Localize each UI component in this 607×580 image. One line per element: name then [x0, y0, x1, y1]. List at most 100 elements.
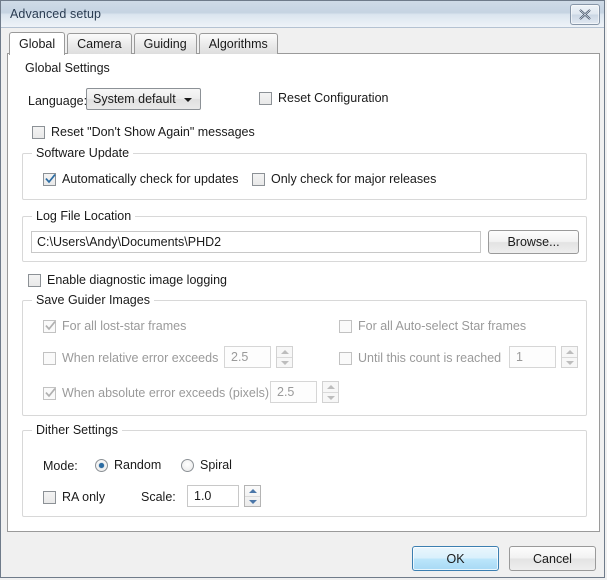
dither-scale-input[interactable]: 1.0: [187, 485, 239, 507]
dither-scale-stepper[interactable]: [244, 485, 261, 507]
major-releases-only-checkbox-box: [252, 172, 265, 186]
check-icon: [45, 320, 56, 330]
language-dropdown-value: System default: [93, 92, 176, 106]
reset-dont-show-again-checkbox[interactable]: Reset "Don't Show Again" messages: [32, 124, 255, 140]
ok-button[interactable]: OK: [412, 546, 499, 571]
tab-camera[interactable]: Camera: [67, 33, 132, 54]
relative-error-input: 2.5: [224, 346, 271, 368]
lost-star-frames-checkbox: For all lost-star frames: [43, 318, 186, 334]
ok-button-label: OK: [446, 551, 465, 566]
dither-mode-random-radio-circle: [95, 458, 108, 472]
until-count-checkbox-box: [339, 351, 352, 365]
reset-dont-show-again-checkbox-box: [32, 125, 45, 139]
dither-mode-spiral-radio-circle: [181, 458, 194, 472]
group-save-guider-images-legend: Save Guider Images: [32, 293, 154, 307]
absolute-error-stepper-up: [323, 382, 338, 392]
ra-only-label: RA only: [62, 490, 106, 504]
caret-up-icon: [326, 385, 335, 389]
title-bar: Advanced setup: [1, 1, 604, 28]
dither-mode-random-label: Random: [114, 458, 162, 472]
absolute-error-value: 2.5: [277, 385, 295, 399]
auto-check-updates-checkbox[interactable]: Automatically check for updates: [43, 171, 238, 187]
group-log-file-location-legend: Log File Location: [32, 209, 136, 223]
group-global-settings: Global Settings Language: System default…: [22, 61, 587, 144]
tab-algorithms[interactable]: Algorithms: [198, 33, 278, 54]
group-save-guider-images: Save Guider Images For all lost-star fra…: [22, 293, 587, 416]
caret-down-icon: [280, 361, 289, 365]
group-global-settings-legend: Global Settings: [25, 61, 110, 75]
chevron-down-icon: [184, 98, 192, 102]
language-dropdown[interactable]: System default: [86, 88, 201, 110]
auto-select-star-frames-checkbox: For all Auto-select Star frames: [339, 318, 526, 334]
auto-check-updates-label: Automatically check for updates: [62, 172, 239, 186]
caret-down-icon: [565, 361, 574, 365]
advanced-setup-dialog: Advanced setup Global Camera Guiding Alg…: [0, 0, 605, 578]
absolute-error-checkbox: When absolute error exceeds (pixels): [43, 385, 269, 401]
tab-global[interactable]: Global: [9, 32, 66, 55]
diagnostic-image-logging-label: Enable diagnostic image logging: [47, 273, 227, 287]
dither-mode-random-radio[interactable]: Random: [95, 457, 161, 473]
until-count-stepper-up: [562, 347, 577, 357]
radio-dot-icon: [99, 462, 104, 468]
relative-error-stepper-up: [277, 347, 292, 357]
auto-select-star-frames-checkbox-box: [339, 319, 352, 333]
until-count-label: Until this count is reached: [358, 351, 502, 365]
absolute-error-checkbox-box: [43, 386, 56, 400]
until-count-stepper-down: [562, 357, 577, 368]
dither-scale-stepper-up[interactable]: [245, 486, 260, 496]
caret-up-icon: [248, 489, 257, 493]
ra-only-checkbox[interactable]: RA only: [43, 489, 105, 505]
caret-up-icon: [280, 350, 289, 354]
reset-dont-show-again-label: Reset "Don't Show Again" messages: [51, 125, 255, 139]
absolute-error-input: 2.5: [270, 381, 317, 403]
group-dither-settings: Dither Settings Mode: Random Spiral RA o…: [22, 423, 587, 517]
auto-select-star-frames-label: For all Auto-select Star frames: [358, 319, 527, 333]
relative-error-label: When relative error exceeds: [62, 351, 219, 365]
group-software-update-legend: Software Update: [32, 146, 134, 160]
caret-down-icon: [326, 396, 335, 400]
dither-mode-label: Mode:: [43, 459, 78, 473]
diagnostic-image-logging-checkbox[interactable]: Enable diagnostic image logging: [28, 272, 227, 288]
reset-configuration-checkbox[interactable]: Reset Configuration: [259, 90, 388, 106]
dither-scale-stepper-down[interactable]: [245, 496, 260, 507]
browse-button[interactable]: Browse...: [488, 230, 579, 254]
dither-scale-value: 1.0: [194, 489, 212, 503]
language-label: Language:: [28, 94, 88, 108]
ra-only-checkbox-box: [43, 490, 56, 504]
absolute-error-stepper-down: [323, 392, 338, 403]
absolute-error-stepper: [322, 381, 339, 403]
tab-strip: Global Camera Guiding Algorithms: [9, 32, 280, 55]
dither-mode-spiral-radio[interactable]: Spiral: [181, 457, 232, 473]
tab-guiding[interactable]: Guiding: [133, 33, 197, 54]
diagnostic-image-logging-checkbox-box: [28, 273, 41, 287]
cancel-button-label: Cancel: [533, 551, 572, 566]
group-log-file-location: Log File Location C:\Users\Andy\Document…: [22, 209, 587, 262]
reset-configuration-label: Reset Configuration: [278, 91, 389, 105]
group-dither-settings-legend: Dither Settings: [32, 423, 122, 437]
browse-button-label: Browse...: [507, 235, 560, 249]
close-icon[interactable]: [570, 4, 600, 25]
until-count-checkbox: Until this count is reached: [339, 350, 501, 366]
check-icon: [45, 387, 56, 397]
major-releases-only-label: Only check for major releases: [271, 172, 437, 186]
dither-scale-label: Scale:: [141, 490, 176, 504]
reset-configuration-checkbox-box: [259, 91, 272, 105]
group-software-update: Software Update Automatically check for …: [22, 146, 587, 200]
until-count-stepper: [561, 346, 578, 368]
log-file-path-input[interactable]: C:\Users\Andy\Documents\PHD2: [31, 231, 481, 253]
lost-star-frames-label: For all lost-star frames: [62, 319, 187, 333]
caret-up-icon: [565, 350, 574, 354]
cancel-button[interactable]: Cancel: [509, 546, 596, 571]
close-glyph: [579, 9, 591, 20]
relative-error-checkbox-box: [43, 351, 56, 365]
log-file-path-value: C:\Users\Andy\Documents\PHD2: [37, 235, 222, 249]
auto-check-updates-checkbox-box: [43, 172, 56, 186]
relative-error-stepper: [276, 346, 293, 368]
check-icon: [45, 173, 56, 183]
major-releases-only-checkbox[interactable]: Only check for major releases: [252, 171, 436, 187]
caret-down-icon: [248, 500, 257, 504]
relative-error-checkbox: When relative error exceeds: [43, 350, 218, 366]
relative-error-stepper-down: [277, 357, 292, 368]
relative-error-value: 2.5: [231, 350, 249, 364]
dither-mode-spiral-label: Spiral: [200, 458, 232, 472]
